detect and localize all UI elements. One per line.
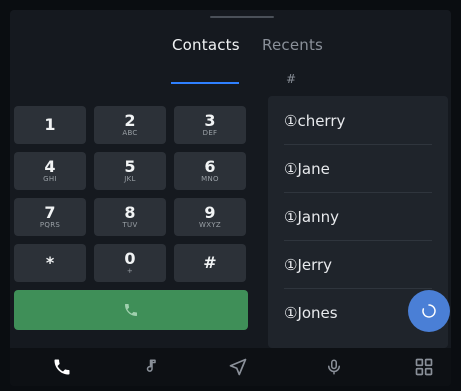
key-digit: 7 <box>44 202 56 222</box>
contact-name: ①Janny <box>284 208 339 226</box>
nav-voice[interactable] <box>320 354 348 380</box>
apps-grid-icon <box>415 358 433 376</box>
contact-name: ①Jane <box>284 160 330 178</box>
phone-app-screen: Contacts Recents # 1 2 ABC 3 DEF 4 GHI 5… <box>10 10 451 386</box>
key-digit: 4 <box>44 156 56 176</box>
active-tab-indicator <box>171 82 239 84</box>
refresh-button[interactable] <box>408 290 450 332</box>
bottom-nav-bar <box>10 348 451 386</box>
key-digit: 0 <box>124 248 136 268</box>
phone-icon <box>125 304 137 316</box>
nav-apps[interactable] <box>410 354 438 380</box>
nav-phone[interactable] <box>48 354 76 380</box>
key-letters: DEF <box>202 128 218 137</box>
tab-recents[interactable]: Recents <box>262 36 323 54</box>
key-digit: 5 <box>124 156 136 176</box>
microphone-icon <box>328 359 340 375</box>
key-6[interactable]: 6 MNO <box>174 152 246 190</box>
tab-contacts[interactable]: Contacts <box>172 36 240 54</box>
key-letters: WXYZ <box>199 220 221 229</box>
tab-bar: Contacts Recents <box>10 32 451 84</box>
key-1[interactable]: 1 <box>14 106 86 144</box>
key-letters: MNO <box>201 174 219 183</box>
divider <box>284 240 432 241</box>
divider <box>284 144 432 145</box>
key-digit: 6 <box>204 156 216 176</box>
music-note-icon <box>146 359 156 372</box>
drag-handle[interactable] <box>210 16 274 18</box>
index-letter: # <box>286 72 297 86</box>
key-letters: JKL <box>124 174 136 183</box>
phone-icon <box>54 359 70 375</box>
key-9[interactable]: 9 WXYZ <box>174 198 246 236</box>
key-3[interactable]: 3 DEF <box>174 106 246 144</box>
contact-item[interactable]: ①Jane <box>268 146 448 192</box>
navigation-icon <box>229 358 247 376</box>
key-letters: PQRS <box>39 220 61 229</box>
call-button[interactable] <box>14 290 248 330</box>
key-7[interactable]: 7 PQRS <box>14 198 86 236</box>
divider <box>284 192 432 193</box>
key-hash[interactable]: # <box>174 244 246 282</box>
key-letters: + <box>126 266 134 275</box>
key-digit: * <box>45 253 55 272</box>
key-digit: 3 <box>204 110 216 130</box>
refresh-icon <box>422 304 436 318</box>
nav-music[interactable] <box>138 354 166 380</box>
key-digit: # <box>203 253 217 272</box>
contact-name: ①Jerry <box>284 256 333 274</box>
key-0[interactable]: 0 + <box>94 244 166 282</box>
key-star[interactable]: * <box>14 244 86 282</box>
key-letters: TUV <box>122 220 138 229</box>
divider <box>284 288 432 289</box>
contact-item[interactable]: ①Jerry <box>268 242 448 288</box>
key-digit: 2 <box>124 110 136 130</box>
key-letters: GHI <box>43 174 57 183</box>
nav-navigation[interactable] <box>224 354 252 380</box>
contact-name: ①cherry <box>284 112 346 130</box>
key-2[interactable]: 2 ABC <box>94 106 166 144</box>
key-digit: 9 <box>204 202 216 222</box>
contact-item[interactable]: ①cherry <box>268 98 448 144</box>
key-digit: 1 <box>44 115 56 134</box>
key-4[interactable]: 4 GHI <box>14 152 86 190</box>
contact-item[interactable]: ①Janny <box>268 194 448 240</box>
contact-name: ①Jones <box>284 304 338 322</box>
key-digit: 8 <box>124 202 136 222</box>
key-letters: ABC <box>122 128 138 137</box>
key-8[interactable]: 8 TUV <box>94 198 166 236</box>
key-5[interactable]: 5 JKL <box>94 152 166 190</box>
